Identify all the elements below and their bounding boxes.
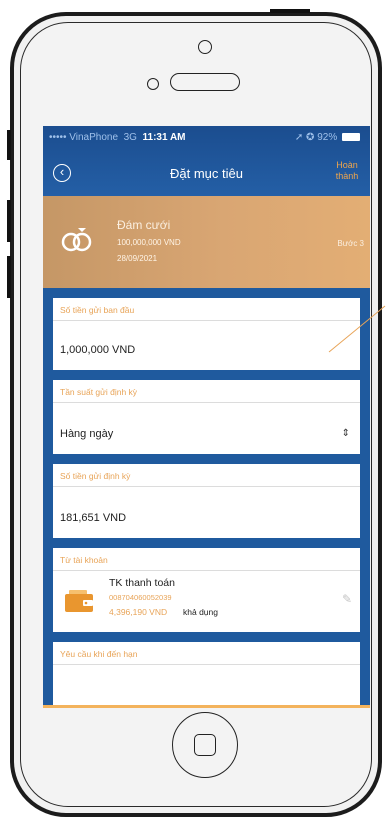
periodic-amount-field[interactable]: Số tiền gửi định kỳ 181,651 VND	[53, 464, 360, 538]
wedding-rings-icon	[61, 228, 92, 252]
volume-down-button	[7, 256, 11, 298]
done-label-line1: Hoàn	[336, 160, 358, 170]
wallet-icon	[65, 590, 93, 612]
done-label-line2: thành	[335, 171, 359, 181]
power-button	[270, 9, 310, 13]
frequency-label: Tần suất gửi định kỳ	[60, 387, 138, 397]
available-label: khả dụng	[183, 607, 218, 617]
goal-summary-banner: Đám cưới 100,000,000 VND 28/09/2021 Bước…	[43, 196, 370, 288]
app-screen: ••••• VinaPhone 3G 11:31 AM ➚ ✪ 92% ‹ Đặ…	[43, 126, 370, 708]
initial-deposit-label: Số tiền gửi ban đầu	[60, 305, 135, 315]
goal-name: Đám cưới	[117, 218, 171, 232]
frequency-value: Hàng ngày	[60, 428, 114, 440]
goal-date: 28/09/2021	[117, 254, 158, 263]
account-number: 008704060052039	[109, 593, 172, 602]
account-balance: 4,396,190 VND	[109, 607, 168, 617]
maturity-label: Yêu cầu khi đến hạn	[60, 649, 138, 659]
divider	[53, 664, 360, 665]
divider	[53, 570, 360, 571]
divider	[53, 402, 360, 403]
goal-amount: 100,000,000 VND	[117, 238, 181, 247]
divider	[53, 486, 360, 487]
proximity-sensor	[147, 78, 159, 90]
volume-up-button	[7, 200, 11, 242]
status-right: ➚ ✪ 92%	[295, 132, 360, 143]
edit-pencil-icon[interactable]: ✎	[342, 592, 352, 606]
clock: 11:31 AM	[142, 132, 186, 143]
network-type: 3G	[123, 132, 137, 143]
battery-icon	[342, 133, 360, 142]
initial-deposit-value: 1,000,000 VND	[60, 344, 136, 356]
initial-deposit-field[interactable]: Số tiền gửi ban đầu 1,000,000 VND	[53, 298, 360, 370]
home-button-icon	[194, 734, 216, 756]
step-indicator: Bước 3	[337, 239, 364, 248]
front-camera	[198, 40, 212, 54]
battery-percent: ➚ ✪ 92%	[294, 132, 338, 143]
frequency-select[interactable]: Tần suất gửi định kỳ Hàng ngày ⇕	[53, 380, 360, 454]
bottom-accent-strip	[43, 705, 370, 708]
earpiece-speaker	[170, 73, 240, 91]
status-left: ••••• VinaPhone 3G 11:31 AM	[49, 132, 186, 143]
mute-switch	[7, 130, 11, 160]
periodic-amount-value: 181,651 VND	[60, 512, 127, 524]
select-arrows-icon: ⇕	[341, 428, 350, 439]
done-button[interactable]: Hoàn thành	[330, 160, 364, 182]
maturity-request-field[interactable]: Yêu cầu khi đến hạn	[53, 642, 360, 708]
carrier-label: ••••• VinaPhone	[49, 132, 119, 143]
navigation-bar: ••••• VinaPhone 3G 11:31 AM ➚ ✪ 92% ‹ Đặ…	[43, 126, 370, 196]
divider	[53, 320, 360, 321]
source-account-label: Từ tài khoản	[60, 555, 108, 565]
periodic-amount-label: Số tiền gửi định kỳ	[60, 471, 131, 481]
account-name: TK thanh toán	[109, 577, 175, 589]
page-title: Đặt mục tiêu	[170, 166, 243, 181]
status-bar: ••••• VinaPhone 3G 11:31 AM ➚ ✪ 92%	[43, 132, 370, 146]
source-account-card[interactable]: Từ tài khoản TK thanh toán 0087040600520…	[53, 548, 360, 632]
